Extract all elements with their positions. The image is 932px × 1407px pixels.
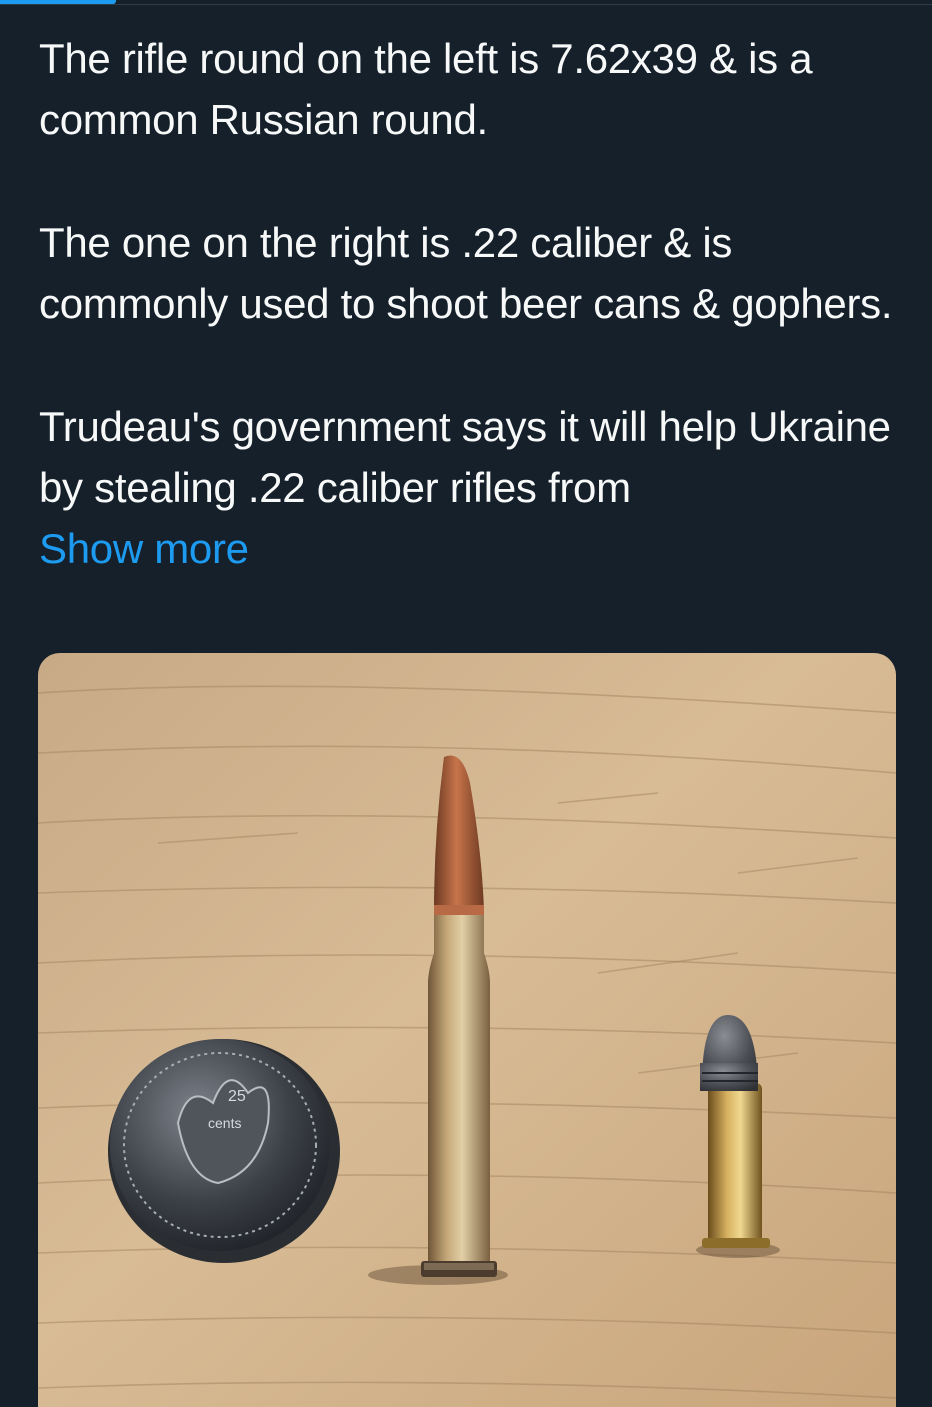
- tweet-photo[interactable]: cents 25: [38, 653, 896, 1407]
- tweet-paragraph-2: The one on the right is .22 caliber & is…: [39, 219, 893, 327]
- coin-text: cents: [208, 1115, 241, 1131]
- canadian-quarter: cents 25: [108, 1039, 340, 1263]
- header-divider: [0, 4, 932, 5]
- tweet-paragraph-1: The rifle round on the left is 7.62x39 &…: [39, 35, 813, 143]
- coin-value: 25: [228, 1088, 246, 1105]
- show-more-link[interactable]: Show more: [39, 518, 249, 579]
- tweet-text: The rifle round on the left is 7.62x39 &…: [39, 28, 909, 579]
- tweet-paragraph-3: Trudeau's government says it will help U…: [39, 403, 891, 511]
